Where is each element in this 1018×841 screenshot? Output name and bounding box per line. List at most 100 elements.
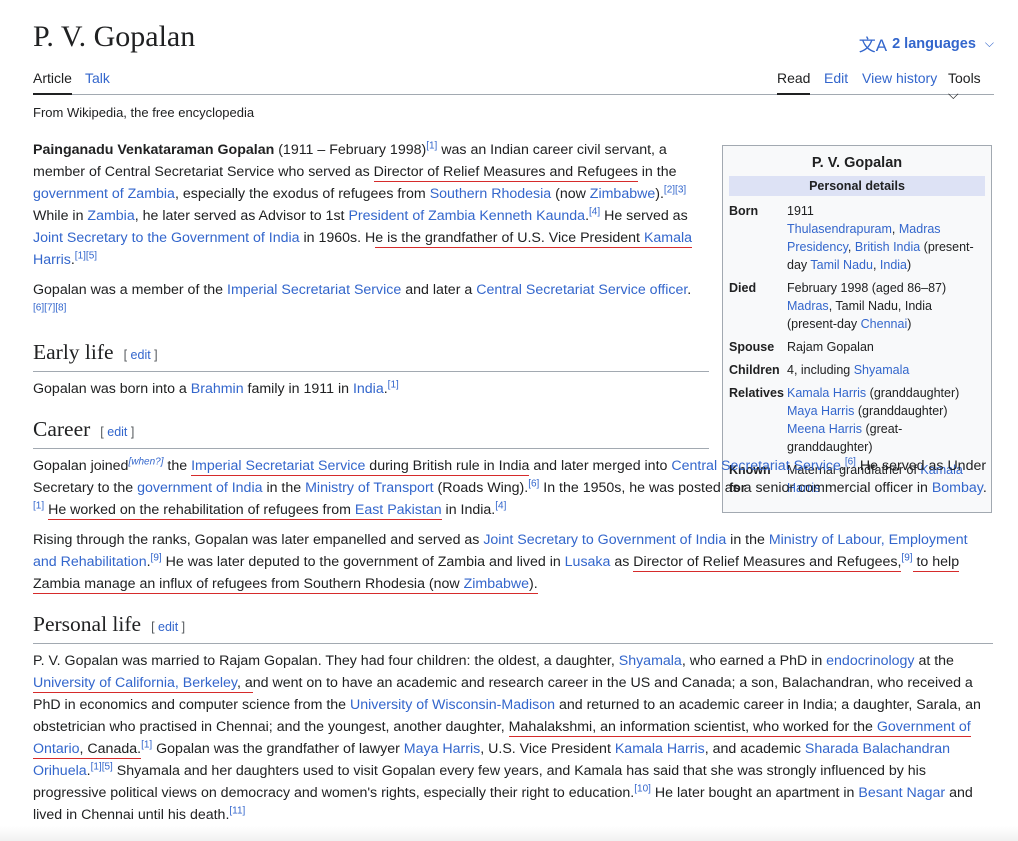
- wiki-link[interactable]: Joint Secretary to the Government of Ind…: [33, 230, 300, 246]
- tab-view-history[interactable]: View history: [862, 70, 937, 93]
- citation-link[interactable]: [6]: [528, 478, 539, 489]
- section-edit-link[interactable]: [ edit ]: [100, 425, 134, 439]
- wiki-link[interactable]: Harris: [33, 252, 71, 268]
- wiki-link[interactable]: Kamala: [643, 230, 693, 248]
- wiki-link[interactable]: Imperial Secretariat Service: [227, 282, 401, 298]
- citation-link[interactable]: [1]: [141, 739, 152, 750]
- wiki-link[interactable]: Zambia: [87, 208, 134, 224]
- citation-link[interactable]: [11]: [229, 805, 245, 816]
- text-run: He served as: [600, 208, 688, 224]
- chevron-down-icon: ⌵: [984, 36, 994, 50]
- text-run: , a: [236, 675, 253, 693]
- wiki-link[interactable]: Bombay: [932, 480, 983, 496]
- text-run: Rising through the ranks, Gopalan was la…: [33, 532, 484, 548]
- text-run: Mahalakshmi, an information scientist, w…: [508, 719, 877, 737]
- sections: Early life [ edit ] Gopalan was born into …: [33, 338, 993, 826]
- wiki-link[interactable]: Besant Nagar: [858, 785, 945, 801]
- language-selector[interactable]: 文A 2 languages ⌵: [859, 31, 994, 56]
- text-run: in the: [637, 164, 677, 180]
- wiki-link[interactable]: Kamala Harris: [615, 741, 705, 757]
- section-heading: Personal life [ edit ]: [33, 610, 993, 644]
- citation-link[interactable]: [4]: [589, 206, 600, 217]
- tab-edit[interactable]: Edit: [824, 70, 848, 93]
- citation-link[interactable]: [1][5]: [91, 761, 113, 772]
- citation-link[interactable]: [6]: [845, 456, 856, 467]
- citation-link[interactable]: [1]: [388, 379, 399, 390]
- text-run: ).: [529, 576, 538, 594]
- text-run: Director of Relief Measures and Refugees: [373, 164, 638, 182]
- text-run: in the: [262, 480, 306, 496]
- text-run: While in: [33, 208, 88, 224]
- wiki-link[interactable]: East Pakistan: [354, 502, 442, 520]
- text-run: (1911 – February 1998): [274, 142, 427, 158]
- text-run: .: [982, 480, 987, 496]
- text-run: ).: [655, 186, 664, 202]
- lead-paragraph-1: Painganadu Venkataraman Gopalan (1911 – …: [33, 139, 693, 271]
- citation-link[interactable]: [1]: [33, 500, 44, 511]
- wiki-link[interactable]: India: [353, 381, 384, 397]
- citation-link[interactable]: [9]: [151, 552, 162, 563]
- section-paragraph: Gopalan joined[when?] the Imperial Secre…: [33, 455, 993, 521]
- wiki-link[interactable]: Ministry of Transport: [305, 480, 434, 496]
- tools-menu[interactable]: Tools ⌵: [948, 70, 994, 110]
- citation-link[interactable]: [4]: [495, 500, 506, 511]
- wiki-link[interactable]: Zimbabwe: [590, 186, 655, 202]
- citation-link[interactable]: [1]: [426, 140, 437, 151]
- language-count: 2 languages: [892, 35, 976, 52]
- wiki-link[interactable]: Zimbabwe: [463, 576, 530, 594]
- text-run: Gopalan was a member of the: [33, 282, 227, 298]
- wiki-link[interactable]: Central Secretariat Service officer: [476, 282, 687, 298]
- text-run: , who earned a PhD in: [681, 653, 827, 669]
- wiki-link[interactable]: Maya Harris: [404, 741, 480, 757]
- wiki-link[interactable]: Shyamala: [619, 653, 682, 669]
- translate-icon: 文A: [858, 36, 888, 55]
- tab-article[interactable]: Article: [33, 70, 72, 95]
- section-heading-text: Personal life: [33, 612, 142, 636]
- wiki-link[interactable]: endocrinology: [826, 653, 914, 669]
- tab-read[interactable]: Read: [777, 70, 811, 95]
- text-run: (now: [551, 186, 590, 202]
- wiki-link[interactable]: University of California, Berkeley: [33, 675, 237, 693]
- wiki-link[interactable]: government of Zambia: [33, 186, 175, 202]
- wiki-link[interactable]: Brahmin: [191, 381, 244, 397]
- section-paragraph: P. V. Gopalan was married to Rajam Gopal…: [33, 650, 993, 826]
- wiki-link[interactable]: University of Wisconsin-Madison: [350, 697, 555, 713]
- section-edit-link[interactable]: [ edit ]: [151, 620, 185, 634]
- wiki-link[interactable]: President of Zambia Kenneth Kaunda: [348, 208, 585, 224]
- text-run: in 1960s. H: [299, 230, 376, 246]
- section-heading-text: Career: [33, 417, 91, 441]
- wiki-link[interactable]: Joint Secretary to Government of India: [483, 532, 726, 548]
- text-run: In the 1950s, he was posted as a senior …: [539, 480, 932, 496]
- text-run: the: [163, 458, 192, 474]
- wiki-link[interactable]: government of India: [137, 480, 262, 496]
- tab-talk[interactable]: Talk: [85, 70, 110, 93]
- text-run: e is the grandfather of U.S. Vice Presid…: [375, 230, 644, 248]
- text-run: Gopalan was the grandfather of lawyer: [152, 741, 404, 757]
- citation-link[interactable]: [9]: [901, 552, 912, 563]
- text-run: during British rule in India: [365, 458, 530, 476]
- citation-link[interactable]: [when?]: [128, 456, 163, 467]
- section-paragraph: Gopalan was born into a Brahmin family i…: [33, 378, 693, 400]
- citation-link[interactable]: [1][5]: [75, 250, 97, 261]
- text-run: and later merged into: [529, 458, 672, 474]
- text-run: (Roads Wing).: [433, 480, 529, 496]
- wiki-link[interactable]: Lusaka: [565, 554, 611, 570]
- text-run: , he later served as Advisor to 1st: [134, 208, 349, 224]
- scroll-fade: [0, 826, 1018, 841]
- article-body: Painganadu Venkataraman Gopalan (1911 – …: [33, 139, 993, 834]
- page-tabs: Article Talk Read Edit View history Tool…: [33, 62, 994, 102]
- citation-link[interactable]: [6][7][8]: [33, 302, 66, 313]
- text-run: Director of Relief Measures and Refugees…: [633, 554, 902, 572]
- text-run: .: [687, 282, 692, 298]
- text-run: as: [610, 554, 634, 570]
- text-run: He later bought an apartment in: [650, 785, 859, 801]
- wiki-link[interactable]: Imperial Secretariat Service: [191, 458, 366, 476]
- section-edit-link[interactable]: [ edit ]: [124, 348, 158, 362]
- section-heading-text: Early life: [33, 340, 114, 364]
- citation-link[interactable]: [2][3]: [664, 184, 686, 195]
- page-title: P. V. Gopalan: [33, 20, 196, 53]
- citation-link[interactable]: [10]: [634, 783, 651, 794]
- wiki-link[interactable]: Central Secretariat Service: [671, 458, 841, 474]
- wiki-link[interactable]: Southern Rhodesia: [430, 186, 551, 202]
- text-run: P. V. Gopalan was married to Rajam Gopal…: [33, 653, 619, 669]
